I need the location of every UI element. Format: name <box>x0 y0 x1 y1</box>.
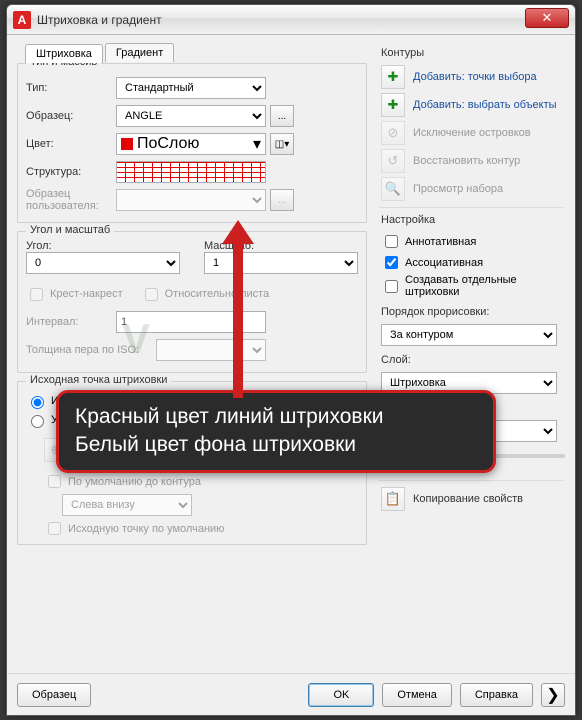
origin-pos-select: Слева внизу <box>62 494 192 516</box>
chevron-down-icon: ▾ <box>253 134 261 154</box>
group-angle-title: Угол и масштаб <box>26 224 114 236</box>
ok-button[interactable]: OK <box>308 683 374 707</box>
view-set-button: 🔍 Просмотр набора <box>377 177 565 201</box>
exclude-islands-button: ⊘ Исключение островков <box>377 121 565 145</box>
exclude-icon: ⊘ <box>381 121 405 145</box>
callout-line1: Красный цвет линий штриховки <box>75 403 477 431</box>
tab-gradient[interactable]: Градиент <box>105 43 174 62</box>
draw-order-select[interactable]: За контуром <box>381 324 557 346</box>
add-points-button[interactable]: ✚ Добавить: точки выбора <box>377 65 565 89</box>
group-angle-scale: Угол и масштаб Угол: 0 Масштаб: 1 Крест-… <box>17 231 367 373</box>
restore-icon: ↺ <box>381 149 405 173</box>
chevron-down-icon: ▾ <box>284 139 289 150</box>
window-title: Штриховка и градиент <box>37 13 162 27</box>
settings-heading: Настройка <box>381 214 565 226</box>
dialog-window: A Штриховка и градиент ✕ Штриховка Гради… <box>6 4 576 716</box>
type-select[interactable]: Стандартный <box>116 77 266 99</box>
brush-icon: 📋 <box>381 487 405 511</box>
draw-order-label: Порядок прорисовки: <box>381 306 565 318</box>
annotative-checkbox[interactable]: Аннотативная <box>381 232 561 251</box>
spacing-label: Интервал: <box>26 316 116 328</box>
color-swatch-icon <box>121 138 133 150</box>
user-pattern-select <box>116 189 266 211</box>
annotation-arrow <box>222 220 252 395</box>
angle-select[interactable]: 0 <box>26 252 180 274</box>
cross-checkbox: Крест-накрест <box>26 285 123 304</box>
plus-icon: ✚ <box>381 93 405 117</box>
associative-checkbox[interactable]: Ассоциативная <box>381 253 561 272</box>
structure-label: Структура: <box>26 166 116 178</box>
user-pattern-label: Образец пользователя: <box>26 188 116 212</box>
expand-button[interactable]: ❯ <box>541 683 565 707</box>
angle-label: Угол: <box>26 240 180 252</box>
copy-properties-button[interactable]: 📋 Копирование свойств <box>377 487 565 511</box>
help-button[interactable]: Справка <box>460 683 533 707</box>
pattern-select[interactable]: ANGLE <box>116 105 266 127</box>
plus-icon: ✚ <box>381 65 405 89</box>
user-pattern-browse-button: ... <box>270 189 294 211</box>
annotation-callout: Красный цвет линий штриховки Белый цвет … <box>56 390 496 473</box>
default-origin-checkbox: Исходную точку по умолчанию <box>44 519 358 538</box>
cancel-button[interactable]: Отмена <box>382 683 451 707</box>
iso-pen-label: Толщина пера по ISO: <box>26 344 156 356</box>
box-icon: ◫ <box>275 139 284 150</box>
default-contour-checkbox: По умолчанию до контура <box>44 472 358 491</box>
contours-heading: Контуры <box>381 47 565 59</box>
sample-button[interactable]: Образец <box>17 683 91 707</box>
color-value: ПоСлою <box>137 135 199 153</box>
dialog-footer: Образец OK Отмена Справка ❯ <box>7 673 575 715</box>
tab-strip: Штриховка Градиент <box>25 43 176 62</box>
separate-checkbox[interactable]: Создавать отдельные штриховки <box>381 274 561 298</box>
color-bg-button[interactable]: ◫▾ <box>270 133 294 155</box>
pattern-browse-button[interactable]: ... <box>270 105 294 127</box>
callout-line2: Белый цвет фона штриховки <box>75 431 477 459</box>
group-type: Тип и массив Тип: Стандартный Образец: A… <box>17 63 367 223</box>
color-label: Цвет: <box>26 138 116 150</box>
pattern-label: Образец: <box>26 110 116 122</box>
app-icon: A <box>13 11 31 29</box>
search-icon: 🔍 <box>381 177 405 201</box>
titlebar: A Штриховка и градиент ✕ <box>7 5 575 35</box>
group-origin-title: Исходная точка штриховки <box>26 374 171 386</box>
tab-hatch[interactable]: Штриховка <box>25 44 103 63</box>
left-column: Тип и массив Тип: Стандартный Образец: A… <box>17 63 367 553</box>
add-objects-button[interactable]: ✚ Добавить: выбрать объекты <box>377 93 565 117</box>
restore-contour-button: ↺ Восстановить контур <box>377 149 565 173</box>
dialog-body: Штриховка Градиент Тип и массив Тип: Ста… <box>7 35 575 715</box>
type-label: Тип: <box>26 82 116 94</box>
close-button[interactable]: ✕ <box>525 8 569 28</box>
layer-label: Слой: <box>381 354 565 366</box>
color-select[interactable]: ПоСлою ▾ <box>116 133 266 155</box>
structure-preview[interactable] <box>116 161 266 183</box>
